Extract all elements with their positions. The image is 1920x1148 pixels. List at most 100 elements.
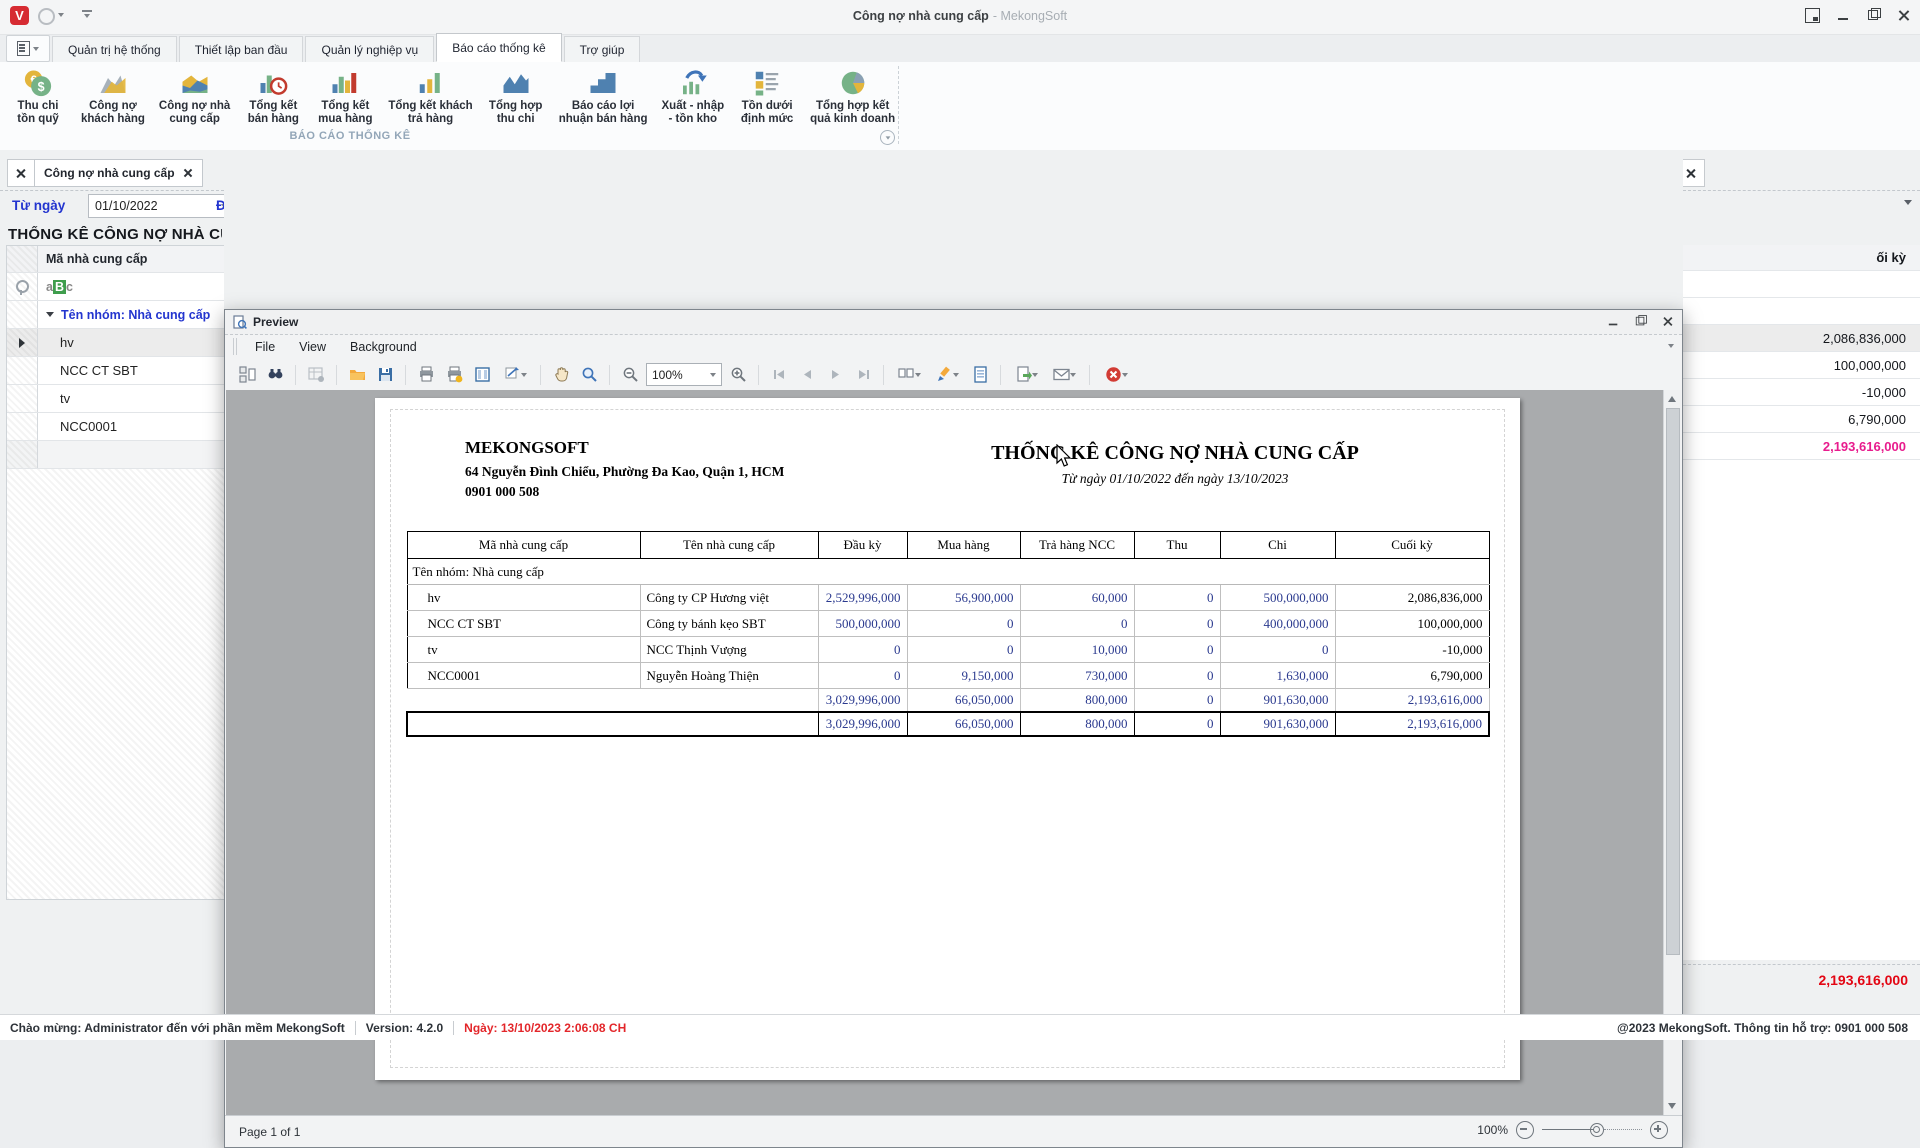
- document-map-button[interactable]: [235, 363, 259, 387]
- from-date-field[interactable]: 01/10/2022: [88, 194, 224, 218]
- menubar-overflow-icon[interactable]: [1668, 344, 1674, 348]
- value-dau-ky-hv[interactable]: 2,086,836,000: [1683, 325, 1920, 352]
- menu-grip[interactable]: [233, 338, 237, 355]
- right-column-header-partial[interactable]: Cuối kỳ: [1683, 245, 1920, 271]
- menu-background[interactable]: Background: [350, 340, 417, 354]
- first-page-button[interactable]: [767, 363, 791, 387]
- ribbon-item-bao-cao-loi-nhuan[interactable]: Báo cáo lợi nhuận bán hàng: [552, 66, 655, 128]
- ribbon-item-cong-no-nha-cung-cap[interactable]: Công nợ nhà cung cấp: [152, 66, 237, 128]
- grid-filter-row[interactable]: aBc: [7, 273, 224, 301]
- collapse-icon[interactable]: [46, 312, 54, 317]
- watermark-caret-icon[interactable]: [953, 373, 959, 377]
- multiple-pages-caret-icon[interactable]: [915, 373, 921, 377]
- tab-quan-tri-he-thong[interactable]: Quản trị hệ thống: [52, 36, 177, 62]
- preview-titlebar[interactable]: Preview: [225, 310, 1682, 335]
- ribbon-item-xuat-nhap-ton-kho[interactable]: Xuất - nhập - tồn kho: [655, 66, 732, 128]
- value-ncc0001[interactable]: 6,790,000: [1683, 406, 1920, 433]
- scrollbar-thumb[interactable]: [1666, 408, 1680, 955]
- browser-profile-icon[interactable]: [38, 8, 55, 25]
- document-tab[interactable]: Công nợ nhà cung cấp: [34, 159, 203, 187]
- export-button[interactable]: [1009, 363, 1043, 387]
- grid-cell[interactable]: tv: [38, 385, 224, 412]
- scroll-down-icon[interactable]: [1668, 1103, 1676, 1109]
- last-page-button[interactable]: [851, 363, 875, 387]
- right-filter-row[interactable]: [1683, 271, 1920, 298]
- preview-minimize-button[interactable]: [1608, 316, 1619, 327]
- value-tv[interactable]: -10,000: [1683, 379, 1920, 406]
- print-button[interactable]: [414, 363, 438, 387]
- email-button[interactable]: [1047, 363, 1081, 387]
- ribbon-item-cong-no-khach-hang[interactable]: Công nợ khách hàng: [74, 66, 152, 128]
- grid-row-ncc0001[interactable]: NCC0001: [7, 413, 224, 441]
- grid-row-hv[interactable]: hv: [7, 329, 224, 357]
- profile-caret-icon[interactable]: [58, 13, 64, 17]
- watermark-button[interactable]: [930, 363, 964, 387]
- ribbon-item-ton-duoi-dinh-muc[interactable]: Tồn dưới định mức: [731, 66, 803, 128]
- scale-dropdown-icon[interactable]: [521, 373, 527, 377]
- previous-page-button[interactable]: [795, 363, 819, 387]
- zoom-slider[interactable]: [1542, 1122, 1642, 1138]
- preview-document-area[interactable]: MEKONGSOFT 64 Nguyễn Đình Chiểu, Phường …: [226, 390, 1681, 1115]
- close-button[interactable]: [1897, 9, 1910, 22]
- toolbar-options-icon[interactable]: [82, 10, 92, 12]
- ribbon-item-tong-ket-ban-hang[interactable]: Tổng kết bán hàng: [237, 66, 309, 128]
- multiple-pages-button[interactable]: [892, 363, 926, 387]
- auto-filter-cell[interactable]: aBc: [38, 273, 224, 300]
- close-preview-button[interactable]: [1098, 363, 1134, 387]
- zoom-combo-caret-icon[interactable]: [710, 373, 716, 377]
- fullscreen-icon[interactable]: [1805, 8, 1820, 23]
- tab-bao-cao-thong-ke[interactable]: Báo cáo thống kê: [436, 33, 561, 62]
- tabstrip-close-button[interactable]: [1683, 159, 1705, 187]
- tab-tro-giup[interactable]: Trợ giúp: [564, 36, 641, 62]
- grid-row-tv[interactable]: tv: [7, 385, 224, 413]
- tab-thiet-lap-ban-dau[interactable]: Thiết lập ban đầu: [179, 36, 304, 62]
- magnifier-button[interactable]: [577, 363, 601, 387]
- grid-group-row[interactable]: Tên nhóm: Nhà cung cấp: [7, 301, 224, 329]
- email-caret-icon[interactable]: [1070, 373, 1076, 377]
- close-document-button[interactable]: [7, 159, 35, 187]
- panel-dropdown-icon[interactable]: [1904, 200, 1912, 205]
- tab-quan-ly-nghiep-vu[interactable]: Quản lý nghiệp vụ: [305, 36, 434, 62]
- quick-print-button[interactable]: [442, 363, 466, 387]
- page-setup-button[interactable]: [470, 363, 494, 387]
- group-options-icon[interactable]: [880, 130, 895, 145]
- zoom-combo[interactable]: 100%: [646, 363, 722, 386]
- grid-header-row[interactable]: Mã nhà cung cấp: [7, 246, 224, 273]
- preview-maximize-button[interactable]: [1635, 316, 1646, 327]
- ribbon-item-tong-ket-khach-tra-hang[interactable]: Tổng kết khách trả hàng: [381, 66, 479, 128]
- grid-cell[interactable]: hv: [38, 329, 224, 356]
- ribbon-item-tong-hop-thu-chi[interactable]: Tổng hợp thu chi: [480, 66, 552, 128]
- save-button[interactable]: [373, 363, 397, 387]
- value-ncc-ct-sbt[interactable]: 100,000,000: [1683, 352, 1920, 379]
- menu-view[interactable]: View: [299, 340, 326, 354]
- minimize-button[interactable]: [1837, 9, 1850, 22]
- hand-tool-button[interactable]: [549, 363, 573, 387]
- grid-row-ncc-ct-sbt[interactable]: NCC CT SBT: [7, 357, 224, 385]
- zoom-in-button[interactable]: [726, 363, 750, 387]
- ribbon-item-tong-ket-mua-hang[interactable]: Tổng kết mua hàng: [309, 66, 381, 128]
- tab-close-icon[interactable]: [183, 168, 193, 178]
- ribbon-item-tong-hop-ket-qua-kinh-doanh[interactable]: Tổng hợp kết quả kinh doanh: [803, 66, 902, 128]
- zoom-slider-knob[interactable]: [1590, 1123, 1604, 1137]
- next-page-button[interactable]: [823, 363, 847, 387]
- app-logo-icon[interactable]: [10, 6, 29, 25]
- restore-button[interactable]: [1867, 9, 1880, 22]
- vertical-scrollbar[interactable]: [1663, 390, 1681, 1115]
- grid-cell[interactable]: NCC CT SBT: [38, 357, 224, 384]
- close-preview-caret-icon[interactable]: [1122, 373, 1128, 377]
- zoom-in-slider-button[interactable]: [1650, 1121, 1668, 1139]
- page-color-button[interactable]: [968, 363, 992, 387]
- menu-file[interactable]: File: [255, 340, 275, 354]
- scale-button[interactable]: [498, 363, 532, 387]
- column-header-ma-ncc[interactable]: Mã nhà cung cấp: [38, 246, 224, 272]
- zoom-out-button[interactable]: [618, 363, 642, 387]
- ribbon-item-thu-chi-ton-quy[interactable]: €$ Thu chi tồn quỹ: [2, 66, 74, 128]
- preview-close-button[interactable]: [1662, 316, 1673, 327]
- scroll-up-icon[interactable]: [1668, 396, 1676, 402]
- app-menu-button[interactable]: [6, 35, 50, 62]
- open-button[interactable]: [345, 363, 369, 387]
- search-button[interactable]: [263, 363, 287, 387]
- export-caret-icon[interactable]: [1032, 373, 1038, 377]
- zoom-out-slider-button[interactable]: [1516, 1121, 1534, 1139]
- customize-button[interactable]: [304, 363, 328, 387]
